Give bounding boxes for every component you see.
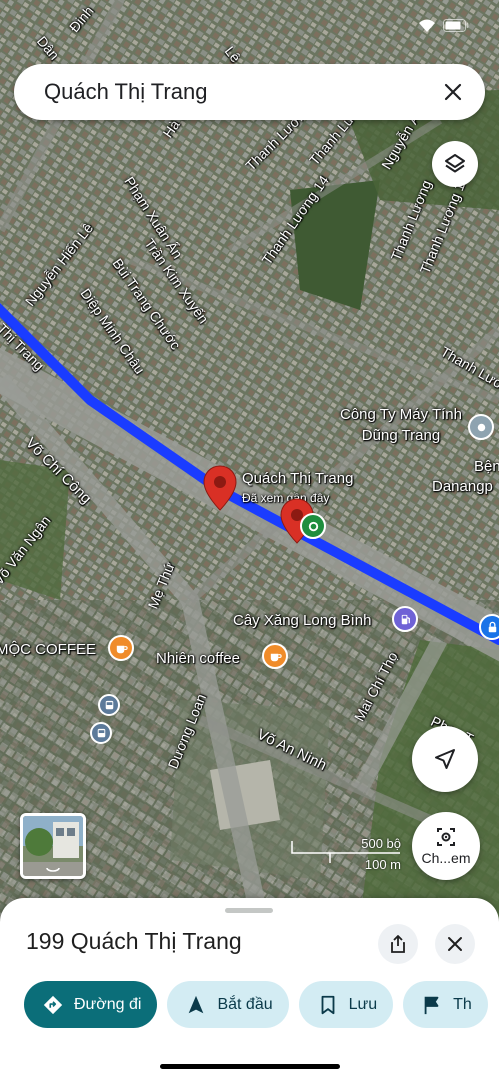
more-label: Th bbox=[453, 995, 472, 1013]
search-query[interactable]: Quách Thị Trang bbox=[44, 79, 433, 105]
navigation-icon bbox=[189, 995, 204, 1013]
navigation-arrow-icon bbox=[435, 749, 455, 769]
search-bar[interactable]: Quách Thị Trang bbox=[14, 64, 485, 120]
status-icons bbox=[417, 18, 469, 33]
layers-button[interactable] bbox=[432, 141, 478, 187]
more-button[interactable]: Th bbox=[403, 981, 488, 1028]
bus-stop-icon[interactable] bbox=[98, 694, 120, 716]
home-indicator[interactable] bbox=[160, 1064, 340, 1069]
start-label: Bắt đầu bbox=[217, 995, 273, 1013]
save-label: Lưu bbox=[348, 995, 378, 1013]
street-view-thumbnail[interactable] bbox=[20, 813, 86, 879]
place-icon bbox=[477, 423, 485, 431]
place-label-danang: Danangp bbox=[432, 478, 493, 495]
place-label-company[interactable]: Công Ty Máy Tính Dũng Trang bbox=[336, 404, 466, 446]
close-icon bbox=[448, 937, 462, 951]
wifi-icon bbox=[419, 19, 435, 32]
my-location-button[interactable] bbox=[412, 726, 478, 792]
action-chips: Đường đi Bắt đầu Lưu Th bbox=[24, 981, 488, 1028]
sheet-drag-handle[interactable] bbox=[225, 908, 273, 913]
map-scale: 500 bộ 100 m bbox=[290, 833, 405, 873]
coffee-icon[interactable] bbox=[108, 635, 134, 661]
scale-label-metric: 100 m bbox=[364, 857, 401, 872]
start-button[interactable]: Bắt đầu bbox=[167, 981, 289, 1028]
place-label-gas-station[interactable]: Cây Xăng Long Bình bbox=[233, 612, 371, 629]
directions-button[interactable]: Đường đi bbox=[24, 981, 158, 1028]
company-marker[interactable] bbox=[468, 414, 494, 440]
green-poi-marker[interactable] bbox=[300, 513, 326, 539]
place-sheet[interactable]: 199 Quách Thị Trang Đường đi Bắt đầu Lưu… bbox=[0, 898, 499, 1080]
place-icon bbox=[308, 521, 318, 531]
layers-icon bbox=[445, 154, 465, 173]
place-label-nhien-coffee[interactable]: Nhiên coffee bbox=[156, 650, 240, 667]
share-icon bbox=[391, 935, 405, 953]
bookmark-icon bbox=[321, 995, 335, 1014]
bus-stop-icon[interactable] bbox=[90, 722, 112, 744]
flag-icon bbox=[424, 996, 439, 1014]
close-icon bbox=[444, 83, 462, 101]
camera-search-icon bbox=[437, 828, 455, 846]
scale-label-imperial: 500 bộ bbox=[361, 836, 401, 851]
status-bar bbox=[0, 0, 499, 48]
close-sheet-button[interactable] bbox=[435, 924, 475, 964]
clear-search-button[interactable] bbox=[433, 72, 473, 112]
directions-icon bbox=[43, 995, 63, 1014]
place-label-moc-coffee[interactable]: MỘC COFFEE bbox=[0, 641, 96, 658]
gas-station-icon[interactable] bbox=[392, 606, 418, 632]
street-view-image bbox=[23, 816, 83, 876]
coffee-icon[interactable] bbox=[262, 643, 288, 669]
directions-label: Đường đi bbox=[74, 995, 142, 1013]
lens-button[interactable]: Ch...em bbox=[412, 812, 480, 880]
share-button[interactable] bbox=[378, 924, 418, 964]
destination-label[interactable]: Quách Thị Trang bbox=[242, 470, 353, 487]
parking-icon[interactable] bbox=[479, 614, 499, 640]
place-label-hospital: Bện bbox=[474, 458, 499, 475]
destination-pin[interactable] bbox=[203, 465, 237, 511]
save-button[interactable]: Lưu bbox=[298, 981, 394, 1028]
battery-icon bbox=[443, 19, 469, 32]
lens-label: Ch...em bbox=[421, 850, 471, 866]
place-title: 199 Quách Thị Trang bbox=[26, 928, 242, 954]
